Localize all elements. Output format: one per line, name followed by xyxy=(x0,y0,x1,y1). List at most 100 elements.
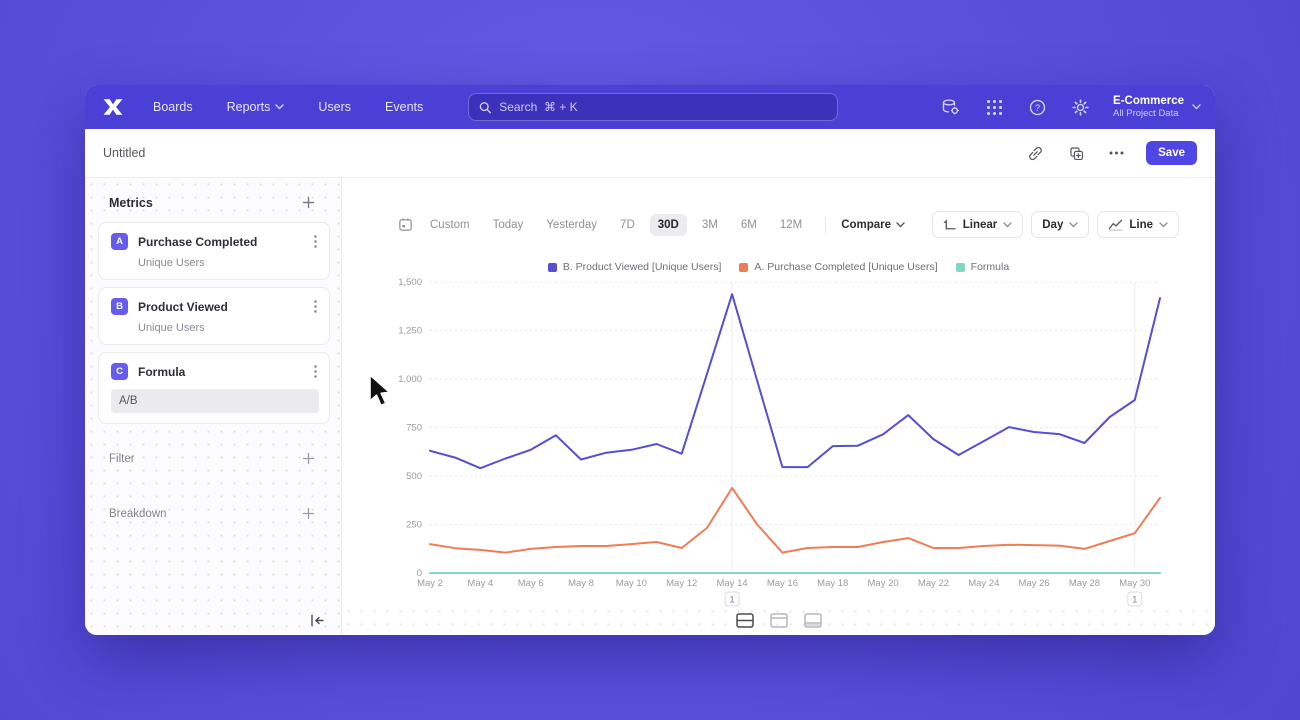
svg-text:750: 750 xyxy=(406,423,422,434)
scale-dropdown[interactable]: Linear xyxy=(932,211,1024,238)
range-today[interactable]: Today xyxy=(485,214,532,236)
legend-swatch xyxy=(956,263,965,272)
chart-type-dropdown[interactable]: Line xyxy=(1097,211,1179,238)
kebab-menu-icon[interactable] xyxy=(312,298,319,315)
legend-item[interactable]: Formula xyxy=(956,261,1010,273)
svg-text:May 14: May 14 xyxy=(716,578,747,589)
svg-text:1,250: 1,250 xyxy=(398,326,422,337)
project-name: E-Commerce xyxy=(1113,95,1184,108)
kebab-menu-icon[interactable] xyxy=(312,363,319,380)
range-7d[interactable]: 7D xyxy=(612,214,643,236)
legend-item[interactable]: A. Purchase Completed [Unique Users] xyxy=(739,261,937,273)
metric-card-c[interactable]: C Formula A/B xyxy=(98,352,330,424)
chart-legend: B. Product Viewed [Unique Users] A. Purch… xyxy=(342,261,1215,273)
metric-badge: A xyxy=(111,233,128,250)
svg-text:?: ? xyxy=(1035,102,1040,112)
more-options-icon[interactable] xyxy=(1107,149,1126,157)
legend-label: B. Product Viewed [Unique Users] xyxy=(563,261,722,273)
svg-text:1: 1 xyxy=(729,595,734,606)
kebab-menu-icon[interactable] xyxy=(312,233,319,250)
help-icon[interactable]: ? xyxy=(1027,97,1048,118)
compare-dropdown[interactable]: Compare xyxy=(841,219,905,231)
chevron-down-icon xyxy=(1159,222,1168,228)
project-scope: All Project Data xyxy=(1113,108,1184,119)
range-30d-selected[interactable]: 30D xyxy=(650,214,687,236)
top-nav: Boards Reports Users Events ? xyxy=(85,85,1215,129)
svg-text:May 18: May 18 xyxy=(817,578,848,589)
nav-item-reports[interactable]: Reports xyxy=(227,100,285,114)
svg-text:May 4: May 4 xyxy=(467,578,493,589)
metric-badge: C xyxy=(111,363,128,380)
save-button[interactable]: Save xyxy=(1146,141,1197,165)
svg-text:250: 250 xyxy=(406,520,422,531)
data-management-icon[interactable] xyxy=(939,96,962,118)
svg-text:1,000: 1,000 xyxy=(398,374,422,385)
legend-swatch xyxy=(548,263,557,272)
apps-grid-icon[interactable] xyxy=(984,97,1005,118)
svg-text:May 30: May 30 xyxy=(1119,578,1150,589)
line-chart[interactable]: 02505007501,0001,2501,50011May 2May 4May… xyxy=(382,275,1215,620)
metric-name: Product Viewed xyxy=(138,300,302,314)
range-yesterday[interactable]: Yesterday xyxy=(538,214,605,236)
query-builder-sidebar: Metrics A Purchase Completed Unique User… xyxy=(85,178,342,635)
legend-swatch xyxy=(739,263,748,272)
svg-text:May 12: May 12 xyxy=(666,578,697,589)
metric-name: Formula xyxy=(138,365,302,379)
svg-text:May 28: May 28 xyxy=(1069,578,1100,589)
search-icon xyxy=(479,101,491,114)
project-switcher[interactable]: E-Commerce All Project Data xyxy=(1113,95,1201,119)
formula-input[interactable]: A/B xyxy=(111,389,319,413)
range-3m[interactable]: 3M xyxy=(694,214,726,236)
layout-toggle-bar xyxy=(342,605,1215,635)
svg-text:May 22: May 22 xyxy=(918,578,949,589)
legend-item[interactable]: B. Product Viewed [Unique Users] xyxy=(548,261,722,273)
nav-item-users[interactable]: Users xyxy=(318,100,351,114)
layout-split-horizontal-button[interactable] xyxy=(733,610,757,631)
metric-badge: B xyxy=(111,298,128,315)
range-12m[interactable]: 12M xyxy=(772,214,810,236)
chevron-down-icon xyxy=(896,222,905,228)
svg-text:1: 1 xyxy=(1132,595,1137,606)
add-breakdown-icon[interactable] xyxy=(300,505,317,522)
svg-text:500: 500 xyxy=(406,471,422,482)
report-title[interactable]: Untitled xyxy=(103,146,145,160)
svg-text:May 8: May 8 xyxy=(568,578,594,589)
add-filter-icon[interactable] xyxy=(300,450,317,467)
range-custom[interactable]: Custom xyxy=(422,214,478,236)
svg-text:May 6: May 6 xyxy=(518,578,544,589)
settings-gear-icon[interactable] xyxy=(1070,97,1091,118)
metric-card-b[interactable]: B Product Viewed Unique Users xyxy=(98,287,330,345)
nav-item-boards[interactable]: Boards xyxy=(153,100,193,114)
interval-dropdown[interactable]: Day xyxy=(1031,211,1089,238)
search-input[interactable] xyxy=(499,100,827,114)
legend-label: A. Purchase Completed [Unique Users] xyxy=(754,261,937,273)
line-chart-icon xyxy=(1108,218,1123,231)
chevron-down-icon xyxy=(275,104,284,110)
duplicate-icon[interactable] xyxy=(1066,143,1087,164)
chart-panel: Custom Today Yesterday 7D 30D 3M 6M 12M … xyxy=(342,178,1215,635)
chevron-down-icon xyxy=(1069,222,1078,228)
copy-link-icon[interactable] xyxy=(1025,143,1046,164)
svg-text:1,500: 1,500 xyxy=(398,277,422,288)
svg-text:May 20: May 20 xyxy=(868,578,899,589)
metric-subtitle[interactable]: Unique Users xyxy=(138,257,319,269)
collapse-sidebar-icon[interactable] xyxy=(308,612,327,629)
svg-text:May 24: May 24 xyxy=(968,578,999,589)
metric-subtitle[interactable]: Unique Users xyxy=(138,322,319,334)
divider xyxy=(825,217,826,233)
layout-top-bar-button[interactable] xyxy=(767,610,791,631)
svg-text:May 2: May 2 xyxy=(417,578,443,589)
search-bar[interactable] xyxy=(468,93,838,121)
nav-item-events[interactable]: Events xyxy=(385,100,423,114)
mixpanel-logo-icon[interactable] xyxy=(101,95,125,119)
range-6m[interactable]: 6M xyxy=(733,214,765,236)
metric-card-a[interactable]: A Purchase Completed Unique Users xyxy=(98,222,330,280)
add-metric-icon[interactable] xyxy=(300,194,317,211)
metric-name: Purchase Completed xyxy=(138,235,302,249)
calendar-icon[interactable] xyxy=(396,215,415,234)
breakdown-section-label: Breakdown xyxy=(109,508,167,520)
layout-bottom-bar-button[interactable] xyxy=(801,610,825,631)
legend-label: Formula xyxy=(971,261,1010,273)
svg-text:May 26: May 26 xyxy=(1019,578,1050,589)
linear-axis-icon xyxy=(943,218,957,232)
